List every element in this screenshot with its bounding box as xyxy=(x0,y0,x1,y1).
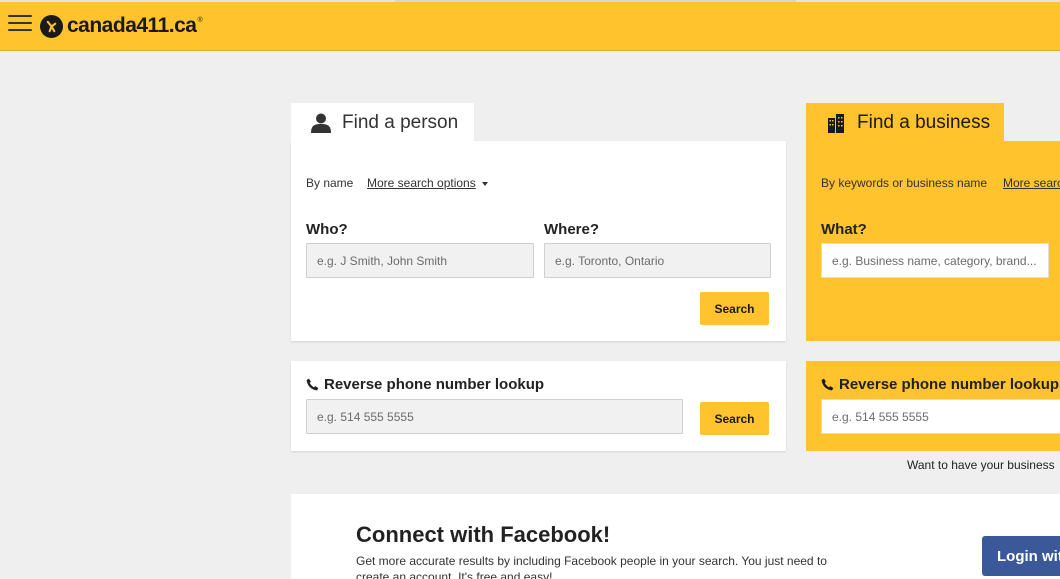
logo-text: canada411.ca xyxy=(67,14,197,37)
buildings-icon xyxy=(828,113,844,133)
by-keywords-label: By keywords or business name xyxy=(821,176,988,190)
business-reverse-lookup-title-text: Reverse phone number lookup xyxy=(839,376,1060,393)
list-business-prompt[interactable]: Want to have your business xyxy=(907,458,1055,472)
find-person-panel: By name More search options Who? Where? … xyxy=(291,141,786,341)
facebook-connect-title: Connect with Facebook! xyxy=(356,522,611,547)
hamburger-icon[interactable] xyxy=(8,15,32,35)
site-logo[interactable]: canada411.ca ® xyxy=(40,13,203,39)
header-top-divider xyxy=(395,0,796,2)
who-input[interactable] xyxy=(306,243,534,278)
tab-find-person-label: Find a person xyxy=(342,111,459,133)
more-search-options-link[interactable]: More search options xyxy=(367,176,488,190)
caret-down-icon xyxy=(481,181,488,186)
facebook-connect-text: Get more accurate results by including F… xyxy=(356,554,827,579)
page: canada411.ca ® Find a person Find a busi… xyxy=(0,0,1060,579)
logo-registered-mark: ® xyxy=(197,16,203,24)
phone-icon xyxy=(306,378,319,391)
tab-find-business-label: Find a business xyxy=(857,111,991,133)
what-input[interactable] xyxy=(821,243,1049,278)
tab-find-business[interactable]: Find a business xyxy=(806,103,1004,142)
find-business-panel: By keywords or business name More search… xyxy=(806,141,1060,341)
where-input[interactable] xyxy=(544,243,771,278)
reverse-phone-input[interactable] xyxy=(306,399,683,434)
who-label: Who? xyxy=(306,221,348,238)
more-search-options-text: More search options xyxy=(367,176,476,190)
reverse-search-button[interactable]: Search xyxy=(700,402,769,435)
facebook-connect-panel: Connect with Facebook! Get more accurate… xyxy=(291,494,1060,579)
walking-fingers-icon xyxy=(40,14,63,38)
where-label: Where? xyxy=(544,221,600,238)
business-reverse-phone-input[interactable] xyxy=(821,399,1060,434)
reverse-lookup-title-text: Reverse phone number lookup xyxy=(324,376,545,393)
top-header: canada411.ca ® xyxy=(0,0,1060,51)
person-icon xyxy=(311,113,331,133)
reverse-lookup-person-panel: Reverse phone number lookup Search xyxy=(291,361,786,451)
tab-find-person[interactable]: Find a person xyxy=(291,103,474,142)
phone-icon xyxy=(821,378,834,391)
what-label: What? xyxy=(821,221,867,238)
by-name-label: By name xyxy=(306,176,354,190)
business-more-search-options-link[interactable]: More search options xyxy=(1003,176,1060,190)
business-reverse-lookup-title: Reverse phone number lookup xyxy=(821,376,1059,393)
person-search-button[interactable]: Search xyxy=(700,292,769,325)
reverse-lookup-title: Reverse phone number lookup xyxy=(306,376,544,393)
facebook-login-button[interactable]: Login with Facebook xyxy=(982,536,1060,576)
reverse-lookup-business-panel: Reverse phone number lookup xyxy=(806,361,1060,451)
